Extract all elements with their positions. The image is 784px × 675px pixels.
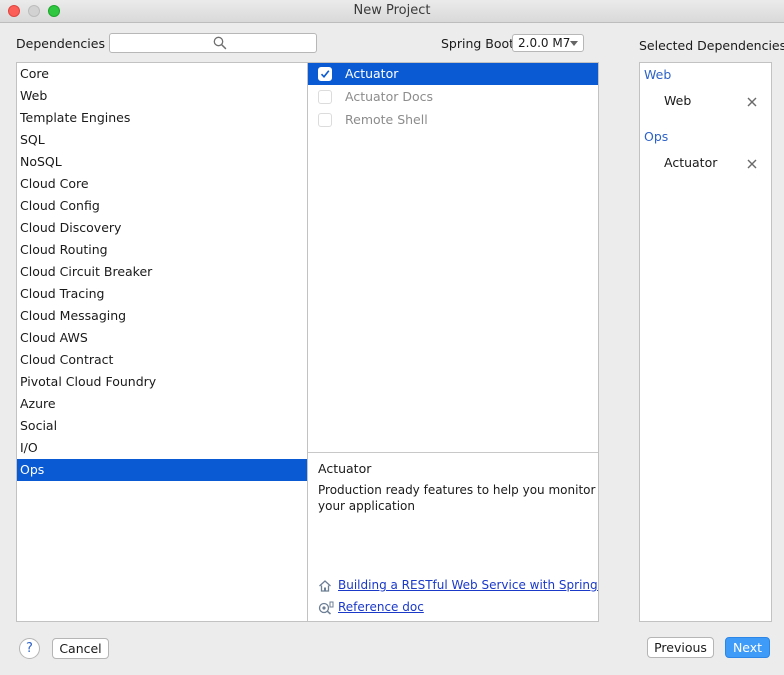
- dependency-checkbox[interactable]: [318, 113, 332, 127]
- selected-dependency-name: Web: [664, 93, 692, 108]
- search-input[interactable]: [114, 35, 210, 51]
- reference-doc-icon: [318, 601, 334, 615]
- category-item[interactable]: Azure: [17, 393, 307, 415]
- reference-doc-link[interactable]: Reference doc: [338, 600, 424, 614]
- category-item[interactable]: Cloud Messaging: [17, 305, 307, 327]
- category-item[interactable]: Cloud Config: [17, 195, 307, 217]
- help-button[interactable]: ?: [19, 638, 40, 659]
- dependency-label: Actuator: [345, 66, 399, 81]
- description-line: your application: [318, 499, 415, 513]
- home-icon: [319, 580, 331, 592]
- selected-dependency-item: Web: [640, 91, 771, 113]
- category-item[interactable]: Cloud Contract: [17, 349, 307, 371]
- window-title: New Project: [353, 3, 431, 18]
- reference-link-row: Reference doc: [318, 600, 598, 616]
- category-item[interactable]: Social: [17, 415, 307, 437]
- guide-link[interactable]: Building a RESTful Web Service with Spri…: [338, 578, 598, 592]
- next-button[interactable]: Next: [725, 637, 770, 658]
- dependency-panel: Actuator Actuator Docs Remote Shell Actuat…: [307, 62, 599, 622]
- category-item[interactable]: Ops: [17, 459, 307, 481]
- title-bar: New Project: [0, 0, 784, 23]
- selected-dependencies-list: Web Web Ops Actuator: [639, 62, 772, 622]
- dependency-item[interactable]: Actuator Docs: [308, 86, 598, 108]
- previous-button[interactable]: Previous: [647, 637, 714, 658]
- category-item[interactable]: SQL: [17, 129, 307, 151]
- category-list: Core Web Template Engines SQL NoSQL Cloud Cor…: [16, 62, 308, 622]
- description-text: Production ready features to help you mo…: [318, 482, 598, 514]
- description-divider: [308, 452, 598, 453]
- remove-dependency-icon[interactable]: [746, 158, 758, 170]
- dependency-label: Remote Shell: [345, 112, 428, 127]
- selected-group-label: Ops: [644, 129, 669, 144]
- chevron-down-icon: [570, 41, 578, 46]
- category-item[interactable]: NoSQL: [17, 151, 307, 173]
- category-item[interactable]: Cloud Tracing: [17, 283, 307, 305]
- dependency-item[interactable]: Remote Shell: [308, 109, 598, 131]
- dependency-checkbox[interactable]: [318, 67, 332, 81]
- category-item[interactable]: I/O: [17, 437, 307, 459]
- guide-link-row: Building a RESTful Web Service with Spri…: [318, 578, 598, 594]
- cancel-button[interactable]: Cancel: [52, 638, 109, 659]
- search-field[interactable]: [109, 33, 317, 53]
- checkmark-icon: [320, 70, 330, 79]
- selected-group-label: Web: [644, 67, 672, 82]
- spring-boot-label: Spring Boot: [441, 36, 515, 51]
- spring-boot-version-select[interactable]: 2.0.0 M7: [512, 34, 584, 52]
- selected-dependencies-header: Selected Dependencies: [639, 38, 784, 53]
- search-icon: [213, 36, 227, 50]
- category-item[interactable]: Core: [17, 63, 307, 85]
- category-item[interactable]: Pivotal Cloud Foundry: [17, 371, 307, 393]
- spring-boot-version-value: 2.0.0 M7: [518, 36, 571, 50]
- remove-dependency-icon[interactable]: [746, 96, 758, 108]
- description-line: Production ready features to help you mo…: [318, 483, 598, 497]
- category-item[interactable]: Web: [17, 85, 307, 107]
- dependency-label: Actuator Docs: [345, 89, 434, 104]
- selected-dependency-item: Actuator: [640, 153, 771, 175]
- dependencies-label: Dependencies: [16, 36, 105, 51]
- category-item[interactable]: Cloud Discovery: [17, 217, 307, 239]
- description-title: Actuator: [318, 461, 372, 476]
- selected-dependency-name: Actuator: [664, 155, 718, 170]
- category-item[interactable]: Cloud AWS: [17, 327, 307, 349]
- category-item[interactable]: Cloud Routing: [17, 239, 307, 261]
- category-item[interactable]: Template Engines: [17, 107, 307, 129]
- dependency-checkbox[interactable]: [318, 90, 332, 104]
- category-item[interactable]: Cloud Core: [17, 173, 307, 195]
- category-item[interactable]: Cloud Circuit Breaker: [17, 261, 307, 283]
- dependency-item[interactable]: Actuator: [308, 63, 598, 85]
